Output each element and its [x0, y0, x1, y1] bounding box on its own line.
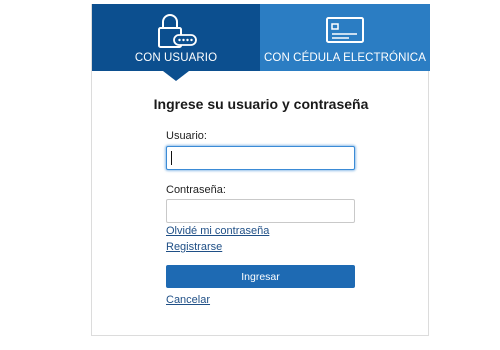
tab-con-usuario[interactable]: CON USUARIO: [92, 4, 260, 71]
lock-key-icon: [158, 14, 197, 48]
username-input[interactable]: [166, 146, 355, 170]
register-link[interactable]: Registrarse: [166, 241, 222, 253]
tab-con-cedula-label: CON CÉDULA ELECTRÓNICA: [264, 52, 426, 64]
password-label: Contraseña:: [166, 184, 226, 196]
tab-con-cedula-electronica[interactable]: CON CÉDULA ELECTRÓNICA: [260, 4, 430, 71]
cancel-link[interactable]: Cancelar: [166, 294, 210, 306]
text-cursor: [171, 151, 172, 165]
username-label: Usuario:: [166, 130, 207, 142]
login-card: CON USUARIO CON CÉDULA ELECTRÓNICA Ingre…: [91, 4, 430, 336]
id-card-icon: [326, 17, 364, 43]
forgot-password-link[interactable]: Olvidé mi contraseña: [166, 225, 269, 237]
form-title: Ingrese su usuario y contraseña: [153, 96, 369, 112]
password-input[interactable]: [166, 199, 355, 223]
active-tab-pointer: [163, 71, 189, 81]
tab-con-usuario-label: CON USUARIO: [134, 52, 218, 64]
ingresar-button[interactable]: Ingresar: [166, 265, 355, 288]
login-method-tabs: CON USUARIO CON CÉDULA ELECTRÓNICA: [92, 4, 430, 81]
